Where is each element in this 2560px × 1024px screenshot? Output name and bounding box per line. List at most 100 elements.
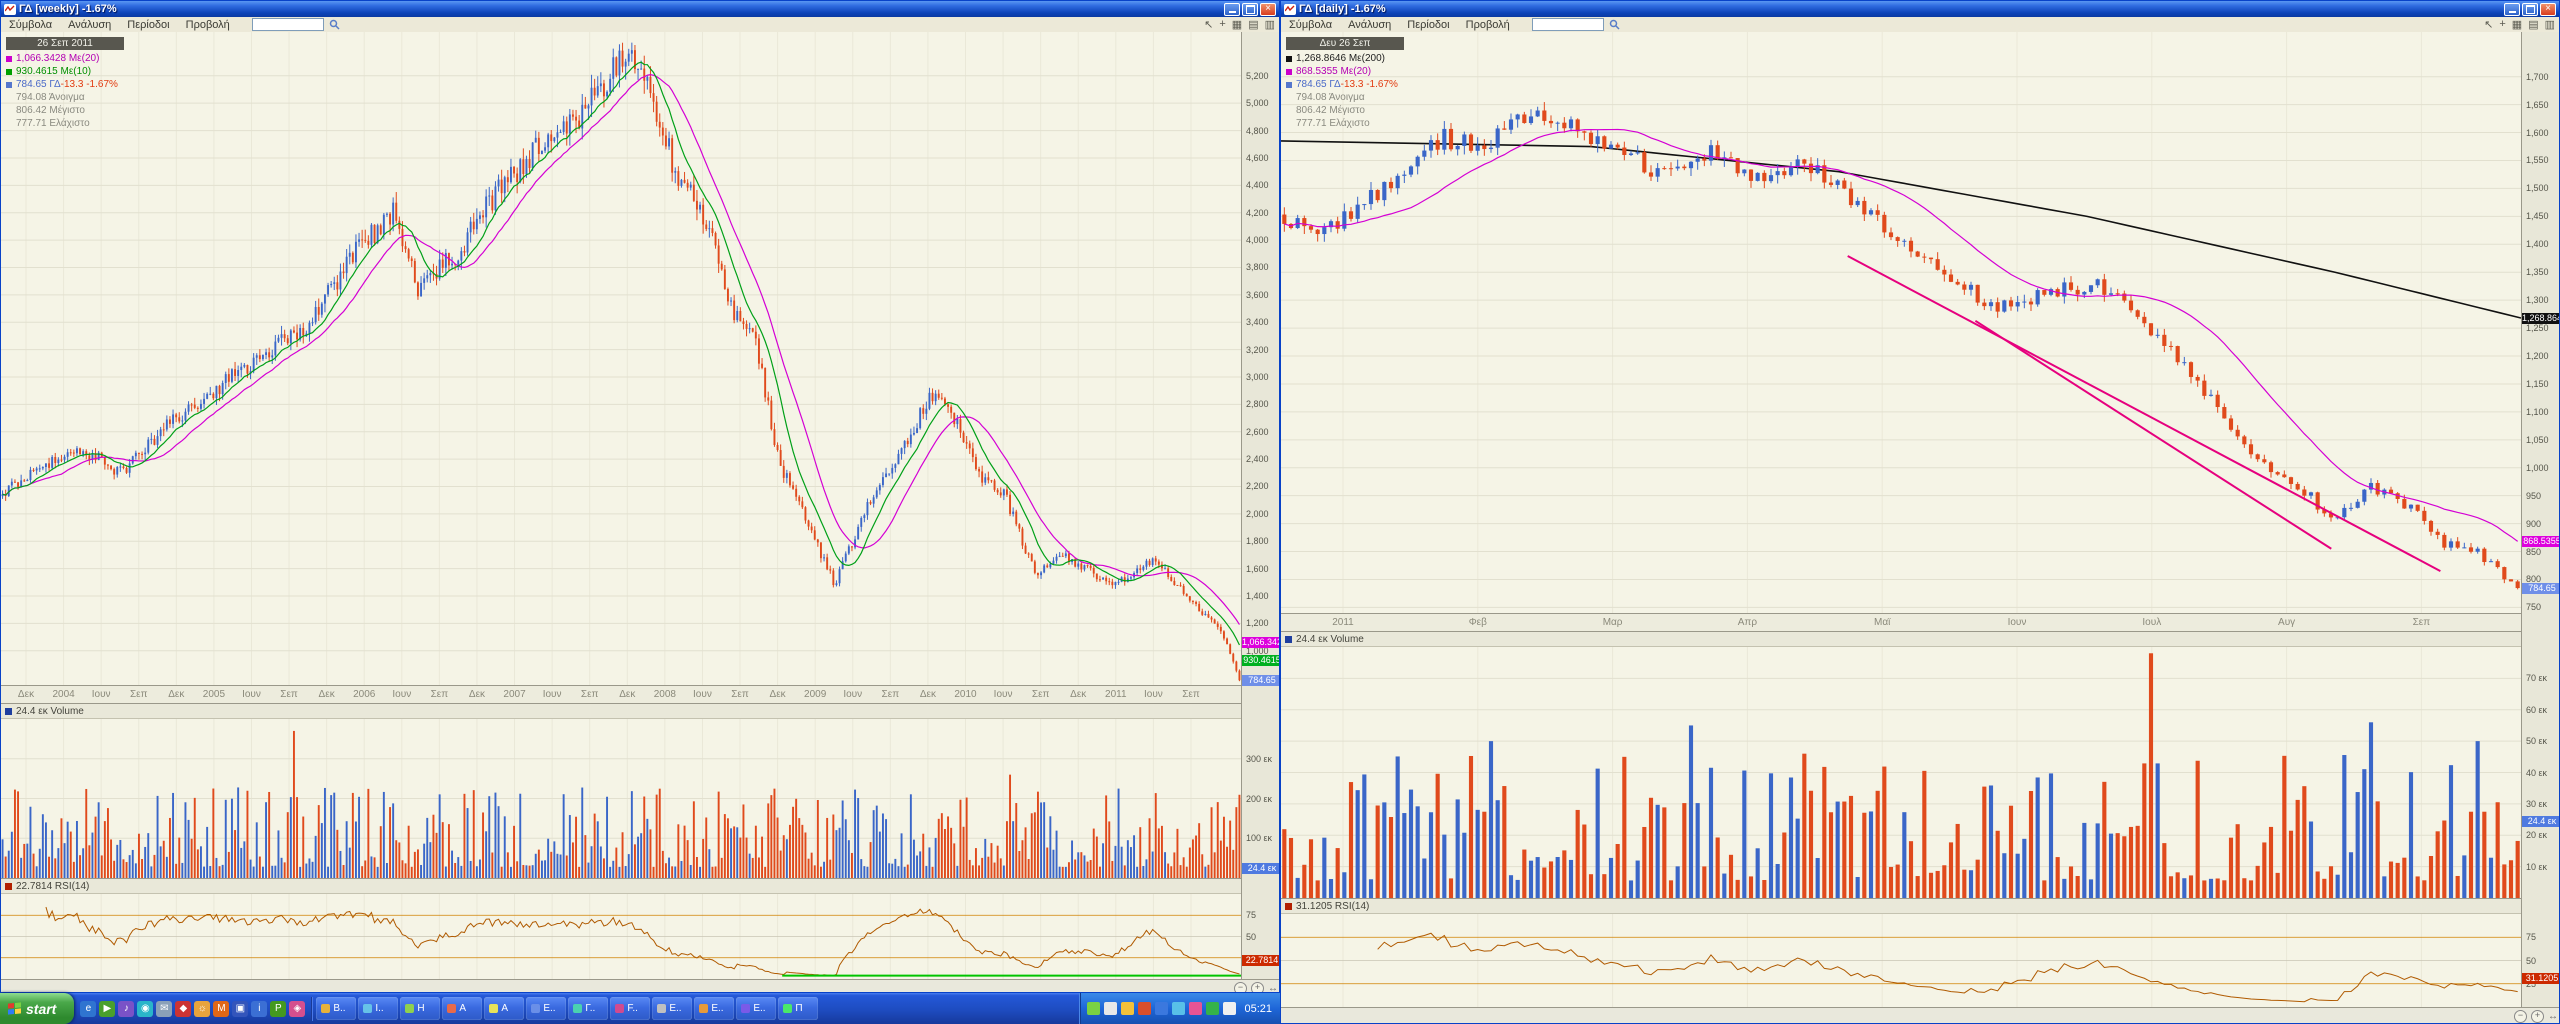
taskbar: start e▶♪◉✉◆☼M▣iP◈ Β..Ι..ΗΑΑΕ..Γ..F..Ε..… [0, 993, 1280, 1024]
taskbar-window-button[interactable]: Ε.. [736, 997, 776, 1020]
taskbar-window-button[interactable]: Γ.. [568, 997, 608, 1020]
taskbar-window-button[interactable]: Ε.. [526, 997, 566, 1020]
tray-icon[interactable] [1172, 1002, 1185, 1015]
zoom-in-tool-icon[interactable]: + [1219, 18, 1225, 31]
menu-item-Ανάλυση[interactable]: Ανάλυση [60, 19, 119, 31]
minimize-button[interactable] [2504, 3, 2520, 16]
price-plot[interactable] [1281, 32, 2521, 614]
symbol-search-input[interactable] [252, 18, 324, 31]
tray-icon[interactable] [1138, 1002, 1151, 1015]
taskbar-window-button[interactable]: Π [778, 997, 818, 1020]
pane-grid-icon[interactable]: ▦ [2512, 18, 2522, 31]
volume-axis-label: 50 εκ [2526, 736, 2547, 746]
x-axis-label: Δεκ [319, 689, 335, 700]
volume-plot[interactable] [1281, 647, 2521, 898]
pointer-tool-icon[interactable]: ↖ [2484, 18, 2493, 31]
search-icon[interactable] [1609, 19, 1620, 30]
legend-text: -13.3 -1.67% [1341, 79, 1398, 90]
minimize-button[interactable] [1224, 3, 1240, 16]
legend-row: 784.65 ΓΔ -13.3 -1.67% [6, 79, 124, 90]
pane-cols-icon[interactable]: ▥ [2545, 18, 2555, 31]
menu-item-Ανάλυση[interactable]: Ανάλυση [1340, 19, 1399, 31]
chart-area-daily[interactable]: 2011ΦεβΜαρΑπρΜαϊΙουνΙουλΑυγΣεπ24.4 εκ Vo… [1281, 32, 2559, 1023]
taskbar-window-label: Η [417, 1003, 424, 1014]
price-plot[interactable] [1, 32, 1241, 686]
windows-logo-icon [8, 1002, 21, 1014]
pane-rows-icon[interactable]: ▤ [1248, 18, 1258, 31]
quick-launch-icon-1[interactable]: e [80, 1001, 96, 1017]
quick-launch-icon-10[interactable]: i [251, 1001, 267, 1017]
y-axis-label: 1,200 [1246, 618, 1269, 628]
taskbar-window-button[interactable]: Ι.. [358, 997, 398, 1020]
taskbar-window-button[interactable]: Ε.. [652, 997, 692, 1020]
rsi-tag: 22.7814 [1242, 955, 1279, 966]
quick-launch-icon-9[interactable]: ▣ [232, 1001, 248, 1017]
quick-launch-icon-5[interactable]: ✉ [156, 1001, 172, 1017]
legend-text: 777.71 Ελάχιστο [1296, 118, 1370, 129]
tray-icon[interactable] [1189, 1002, 1202, 1015]
volume-axis-label: 10 εκ [2526, 862, 2547, 872]
taskbar-window-button[interactable]: F.. [610, 997, 650, 1020]
taskbar-window-button[interactable]: Α [484, 997, 524, 1020]
search-icon[interactable] [329, 19, 340, 30]
zoom-out-button[interactable]: − [1234, 982, 1247, 992]
tray-icon[interactable] [1155, 1002, 1168, 1015]
menu-item-Σύμβολα[interactable]: Σύμβολα [1, 19, 60, 31]
start-button[interactable]: start [0, 993, 74, 1024]
tray-icon[interactable] [1121, 1002, 1134, 1015]
taskbar-window-button[interactable]: Η [400, 997, 440, 1020]
taskbar-window-button[interactable]: Α [442, 997, 482, 1020]
taskbar-window-button[interactable]: Β.. [316, 997, 356, 1020]
taskbar-window-button[interactable]: Ε.. [694, 997, 734, 1020]
maximize-button[interactable] [1242, 3, 1258, 16]
legend-text: 784.65 ΓΔ [1296, 79, 1341, 90]
quick-launch-icon-2[interactable]: ▶ [99, 1001, 115, 1017]
chart-area-weekly[interactable]: Δεκ2004ΙουνΣεπΔεκ2005ΙουνΣεπΔεκ2006ΙουνΣ… [1, 32, 1279, 992]
menu-item-Περίοδοι[interactable]: Περίοδοι [1399, 19, 1457, 31]
zoom-in-button[interactable]: + [2531, 1010, 2544, 1023]
start-button-label: start [26, 1001, 56, 1017]
y-axis-label: 1,650 [2526, 100, 2549, 110]
title-bar[interactable]: ΓΔ [weekly] -1.67% × [1, 1, 1279, 17]
rsi-axis-label: 50 [2526, 956, 2536, 966]
rsi-axis-label: 75 [1246, 910, 1256, 920]
rsi-plot[interactable] [1, 894, 1241, 979]
pane-cols-icon[interactable]: ▥ [1265, 18, 1275, 31]
volume-axis-label: 70 εκ [2526, 673, 2547, 683]
menu-item-Προβολή[interactable]: Προβολή [178, 19, 238, 31]
zoom-out-button[interactable]: − [2514, 1010, 2527, 1023]
quick-launch-icon-4[interactable]: ◉ [137, 1001, 153, 1017]
pane-grid-icon[interactable]: ▦ [1232, 18, 1242, 31]
quick-launch-icon-11[interactable]: P [270, 1001, 286, 1017]
tray-icon[interactable] [1087, 1002, 1100, 1015]
menu-item-Περίοδοι[interactable]: Περίοδοι [119, 19, 177, 31]
quick-launch-icon-8[interactable]: M [213, 1001, 229, 1017]
fit-range-button[interactable]: ↔ [1268, 983, 1278, 992]
x-axis-label: Μαρ [1603, 617, 1623, 628]
menu-item-Σύμβολα[interactable]: Σύμβολα [1281, 19, 1340, 31]
pane-rows-icon[interactable]: ▤ [2528, 18, 2538, 31]
quick-launch-icon-6[interactable]: ◆ [175, 1001, 191, 1017]
close-button[interactable]: × [2540, 3, 2556, 16]
symbol-search-input[interactable] [1532, 18, 1604, 31]
tray-icon[interactable] [1206, 1002, 1219, 1015]
zoom-in-tool-icon[interactable]: + [2499, 18, 2505, 31]
volume-plot[interactable] [1, 719, 1241, 878]
maximize-button[interactable] [2522, 3, 2538, 16]
y-axis-label: 1,450 [2526, 211, 2549, 221]
zoom-in-button[interactable]: + [1251, 982, 1264, 992]
title-bar[interactable]: ΓΔ [daily] -1.67% × [1281, 1, 2559, 17]
chart-window-daily: ΓΔ [daily] -1.67% × ΣύμβολαΑνάλυσηΠερίοδ… [1280, 0, 2560, 1024]
quick-launch-icon-3[interactable]: ♪ [118, 1001, 134, 1017]
y-axis-label: 2,600 [1246, 427, 1269, 437]
menu-bar: ΣύμβολαΑνάλυσηΠερίοδοιΠροβολή ↖ + ▦ ▤ ▥ [1, 17, 1279, 33]
quick-launch-icon-7[interactable]: ☼ [194, 1001, 210, 1017]
fit-range-button[interactable]: ↔ [2548, 1011, 2558, 1022]
rsi-plot[interactable] [1281, 914, 2521, 1007]
menu-item-Προβολή[interactable]: Προβολή [1458, 19, 1518, 31]
close-button[interactable]: × [1260, 3, 1276, 16]
quick-launch-icon-12[interactable]: ◈ [289, 1001, 305, 1017]
tray-icon[interactable] [1223, 1002, 1236, 1015]
pointer-tool-icon[interactable]: ↖ [1204, 18, 1213, 31]
tray-icon[interactable] [1104, 1002, 1117, 1015]
